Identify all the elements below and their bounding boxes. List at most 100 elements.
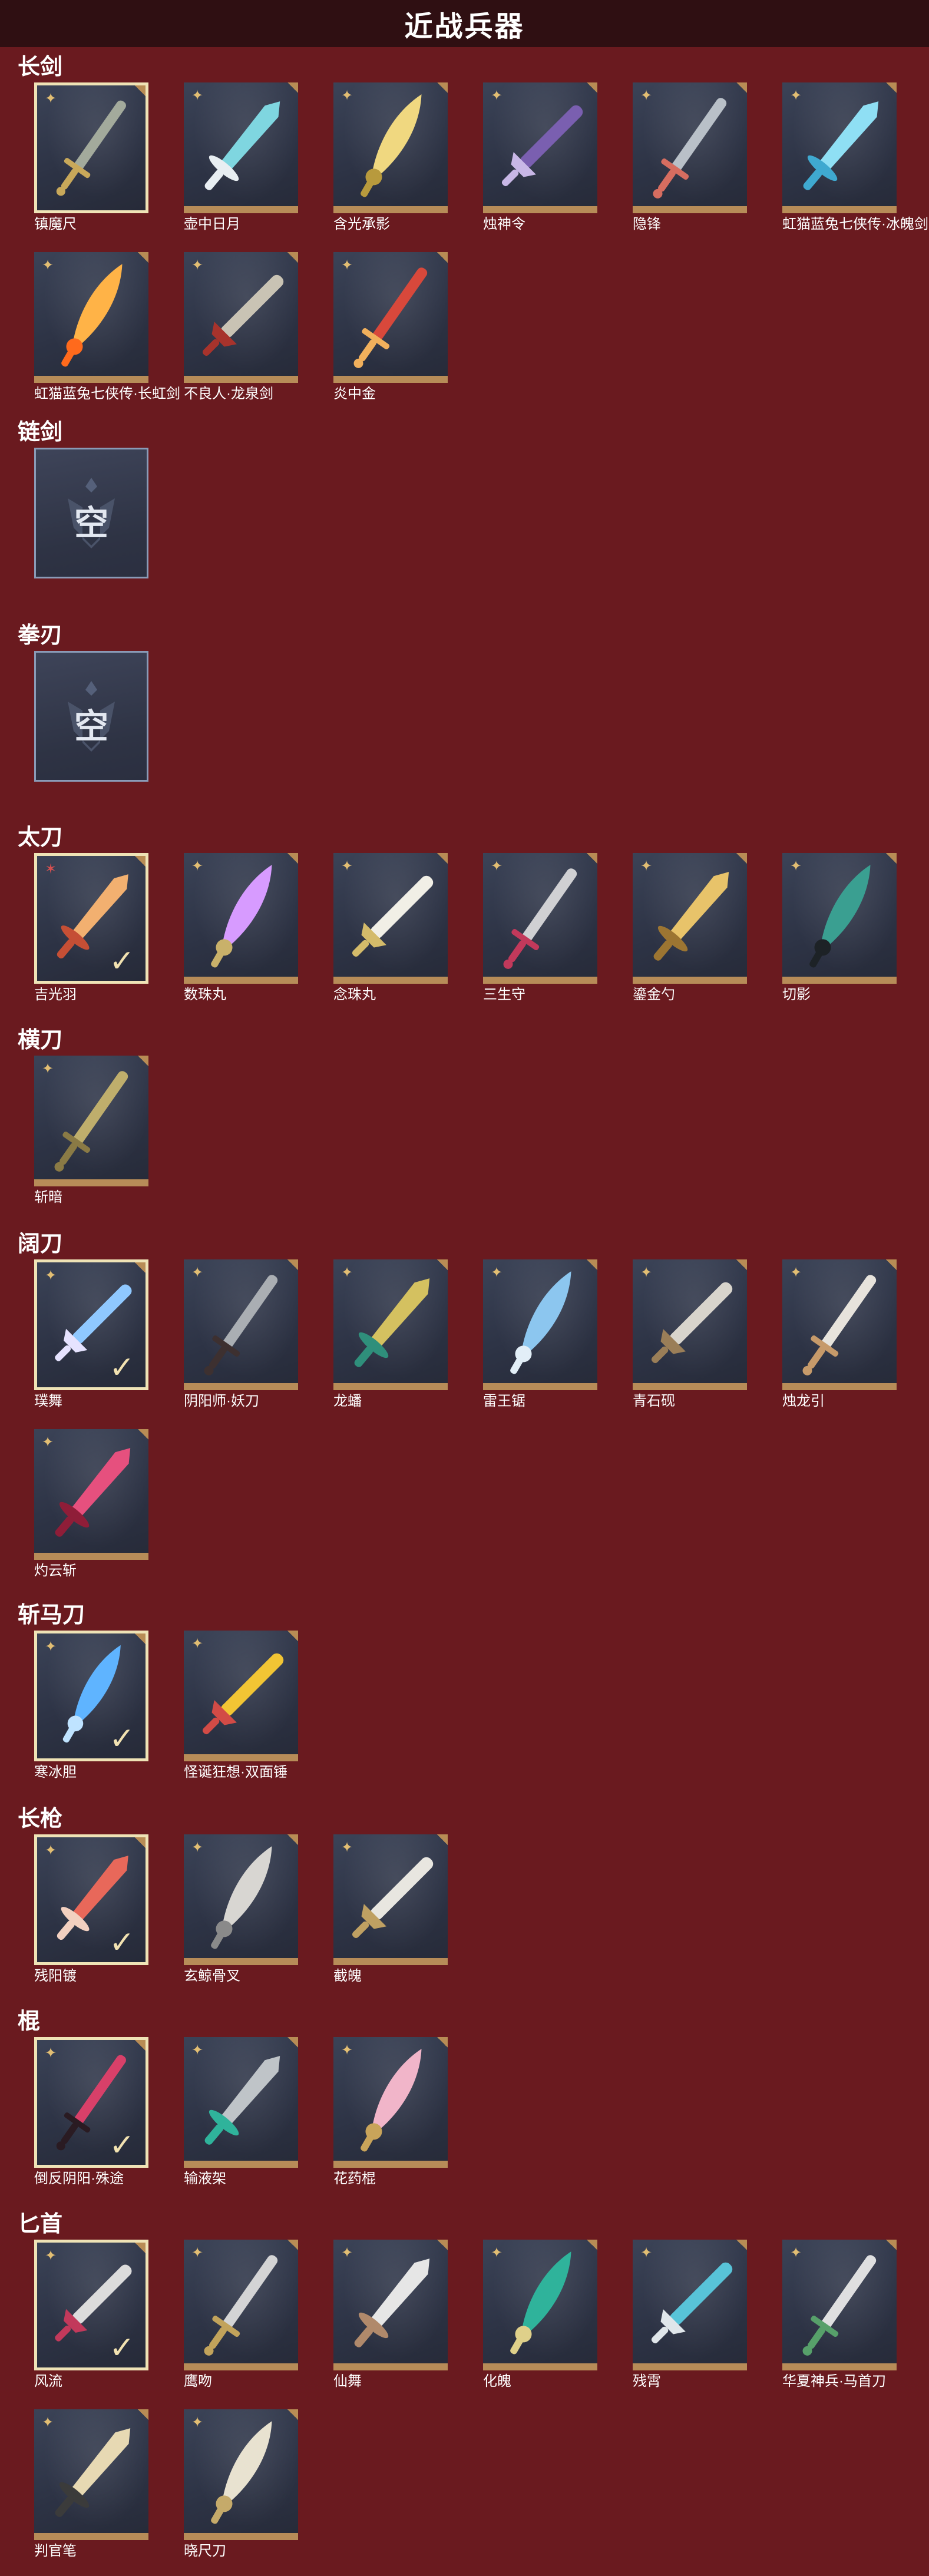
weapon-name: 烛神令 [483, 216, 525, 232]
weapon-tile[interactable]: ✶ ✓ [34, 853, 148, 984]
weapon-tile[interactable]: ✦ [782, 2240, 897, 2370]
page-title: 近战兵器 [404, 11, 525, 42]
section-label: 匕首 [18, 2212, 63, 2237]
weapon-tile[interactable]: ✦ [184, 1631, 298, 1761]
weapon-name: 璞舞 [34, 1393, 62, 1409]
weapon-name: 壶中日月 [184, 216, 240, 232]
tile-corner-decor [736, 82, 747, 93]
tile-corner-decor [886, 1259, 897, 1270]
weapon-tile[interactable]: ✦ ✓ [34, 1631, 148, 1761]
rarity-bar [633, 1383, 747, 1390]
weapon-name: 寒冰胆 [34, 1764, 77, 1780]
weapon-tile[interactable]: ✦ [633, 2240, 747, 2370]
tile-corner-decor [287, 2409, 298, 2420]
weapon-tile[interactable]: ✦ [184, 252, 298, 383]
section-label: 横刀 [18, 1028, 63, 1053]
weapon-name: 截魄 [333, 1968, 362, 1984]
weapon-name: 虹猫蓝兔七侠传·冰魄剑 [782, 216, 928, 232]
weapon-tile[interactable]: ✦ [333, 1259, 448, 1390]
equipped-check-icon: ✓ [109, 1926, 135, 1960]
tile-corner-decor [587, 82, 597, 93]
tile-corner-decor [138, 1056, 148, 1066]
section-label: 长剑 [18, 55, 63, 80]
weapon-tile[interactable]: ✦ [333, 1834, 448, 1965]
weapon-tile[interactable]: ✦ [34, 82, 148, 213]
rarity-bar [483, 1383, 597, 1390]
weapon-tile[interactable]: ✦ ✓ [34, 2037, 148, 2168]
weapon-tile[interactable]: ✦ [483, 853, 597, 984]
gold-star-badge-icon: ✦ [490, 2245, 503, 2261]
weapon-name: 不良人·龙泉剑 [184, 386, 273, 402]
gold-star-badge-icon: ✦ [340, 1840, 353, 1856]
section-label: 长枪 [18, 1807, 63, 1831]
weapon-tile[interactable]: ✦ [333, 82, 448, 213]
weapon-tile[interactable]: ✦ [184, 2240, 298, 2370]
weapon-tile[interactable]: ✦ [34, 252, 148, 383]
rarity-bar [34, 376, 148, 383]
weapon-tile[interactable]: ✦ [633, 82, 747, 213]
equipped-check-icon: ✓ [109, 1722, 135, 1756]
weapon-name: 怪诞狂想·双面锤 [184, 1764, 287, 1780]
tile-corner-decor [437, 2037, 448, 2048]
weapon-tile[interactable]: ✦ [184, 853, 298, 984]
weapon-name: 花药棍 [333, 2171, 376, 2187]
weapon-tile[interactable]: ✦ ✓ [34, 1834, 148, 1965]
tile-corner-decor [886, 853, 897, 864]
weapon-name: 烛龙引 [782, 1393, 825, 1409]
empty-slot[interactable]: 空 [34, 448, 148, 578]
rarity-bar [483, 206, 597, 213]
weapon-tile[interactable]: ✦ [184, 1834, 298, 1965]
weapon-tile[interactable]: ✦ [483, 2240, 597, 2370]
weapon-tile[interactable]: ✦ [34, 1429, 148, 1560]
tile-corner-decor [287, 853, 298, 864]
rarity-bar [633, 2363, 747, 2370]
weapon-tile[interactable]: ✦ [782, 853, 897, 984]
weapon-name: 隐锋 [633, 216, 661, 232]
weapon-tile[interactable]: ✦ [333, 853, 448, 984]
rarity-bar [184, 2533, 298, 2540]
weapon-name: 三生守 [483, 987, 525, 1003]
weapon-tile[interactable]: ✦ [483, 1259, 597, 1390]
gold-star-badge-icon: ✦ [340, 2042, 353, 2058]
weapon-tile[interactable]: ✦ [184, 82, 298, 213]
gold-star-badge-icon: ✦ [789, 2245, 802, 2261]
weapon-tile[interactable]: ✦ [34, 1056, 148, 1186]
weapon-tile[interactable]: ✦ [333, 2037, 448, 2168]
gold-star-badge-icon: ✦ [340, 88, 353, 104]
empty-slot[interactable]: 空 [34, 651, 148, 782]
gold-star-badge-icon: ✦ [44, 1639, 57, 1655]
rarity-bar [184, 1754, 298, 1761]
weapon-tile[interactable]: ✦ [633, 853, 747, 984]
gold-star-badge-icon: ✦ [490, 1265, 503, 1281]
weapon-tile[interactable]: ✦ [184, 2409, 298, 2540]
weapon-name: 青石砚 [633, 1393, 675, 1409]
weapon-tile[interactable]: ✦ [34, 2409, 148, 2540]
weapon-tile[interactable]: ✦ [483, 82, 597, 213]
rarity-bar [184, 206, 298, 213]
weapon-name: 斩暗 [34, 1189, 62, 1205]
gold-star-badge-icon: ✦ [44, 1268, 57, 1284]
section-label: 棍 [18, 2009, 41, 2034]
rarity-bar [782, 977, 897, 984]
weapon-tile[interactable]: ✦ ✓ [34, 2240, 148, 2370]
weapon-name: 吉光羽 [34, 987, 77, 1003]
tile-corner-decor [587, 1259, 597, 1270]
weapon-name: 判官笔 [34, 2543, 77, 2559]
gold-star-badge-icon: ✦ [789, 88, 802, 104]
weapon-tile[interactable]: ✦ [184, 1259, 298, 1390]
tile-corner-decor [437, 2240, 448, 2250]
weapon-tile[interactable]: ✦ [633, 1259, 747, 1390]
tile-corner-decor [587, 853, 597, 864]
weapon-tile[interactable]: ✦ ✓ [34, 1259, 148, 1390]
weapon-tile[interactable]: ✦ [333, 2240, 448, 2370]
tile-corner-decor [287, 1259, 298, 1270]
weapon-tile[interactable]: ✦ [782, 1259, 897, 1390]
weapon-tile[interactable]: ✦ [782, 82, 897, 213]
weapon-tile[interactable]: ✦ [184, 2037, 298, 2168]
gold-star-badge-icon: ✦ [640, 88, 653, 104]
tile-corner-decor [437, 1834, 448, 1845]
rarity-bar [184, 1383, 298, 1390]
weapon-tile[interactable]: ✦ [333, 252, 448, 383]
tile-corner-decor [736, 1259, 747, 1270]
weapon-name: 虹猫蓝兔七侠传·长虹剑 [34, 386, 180, 402]
